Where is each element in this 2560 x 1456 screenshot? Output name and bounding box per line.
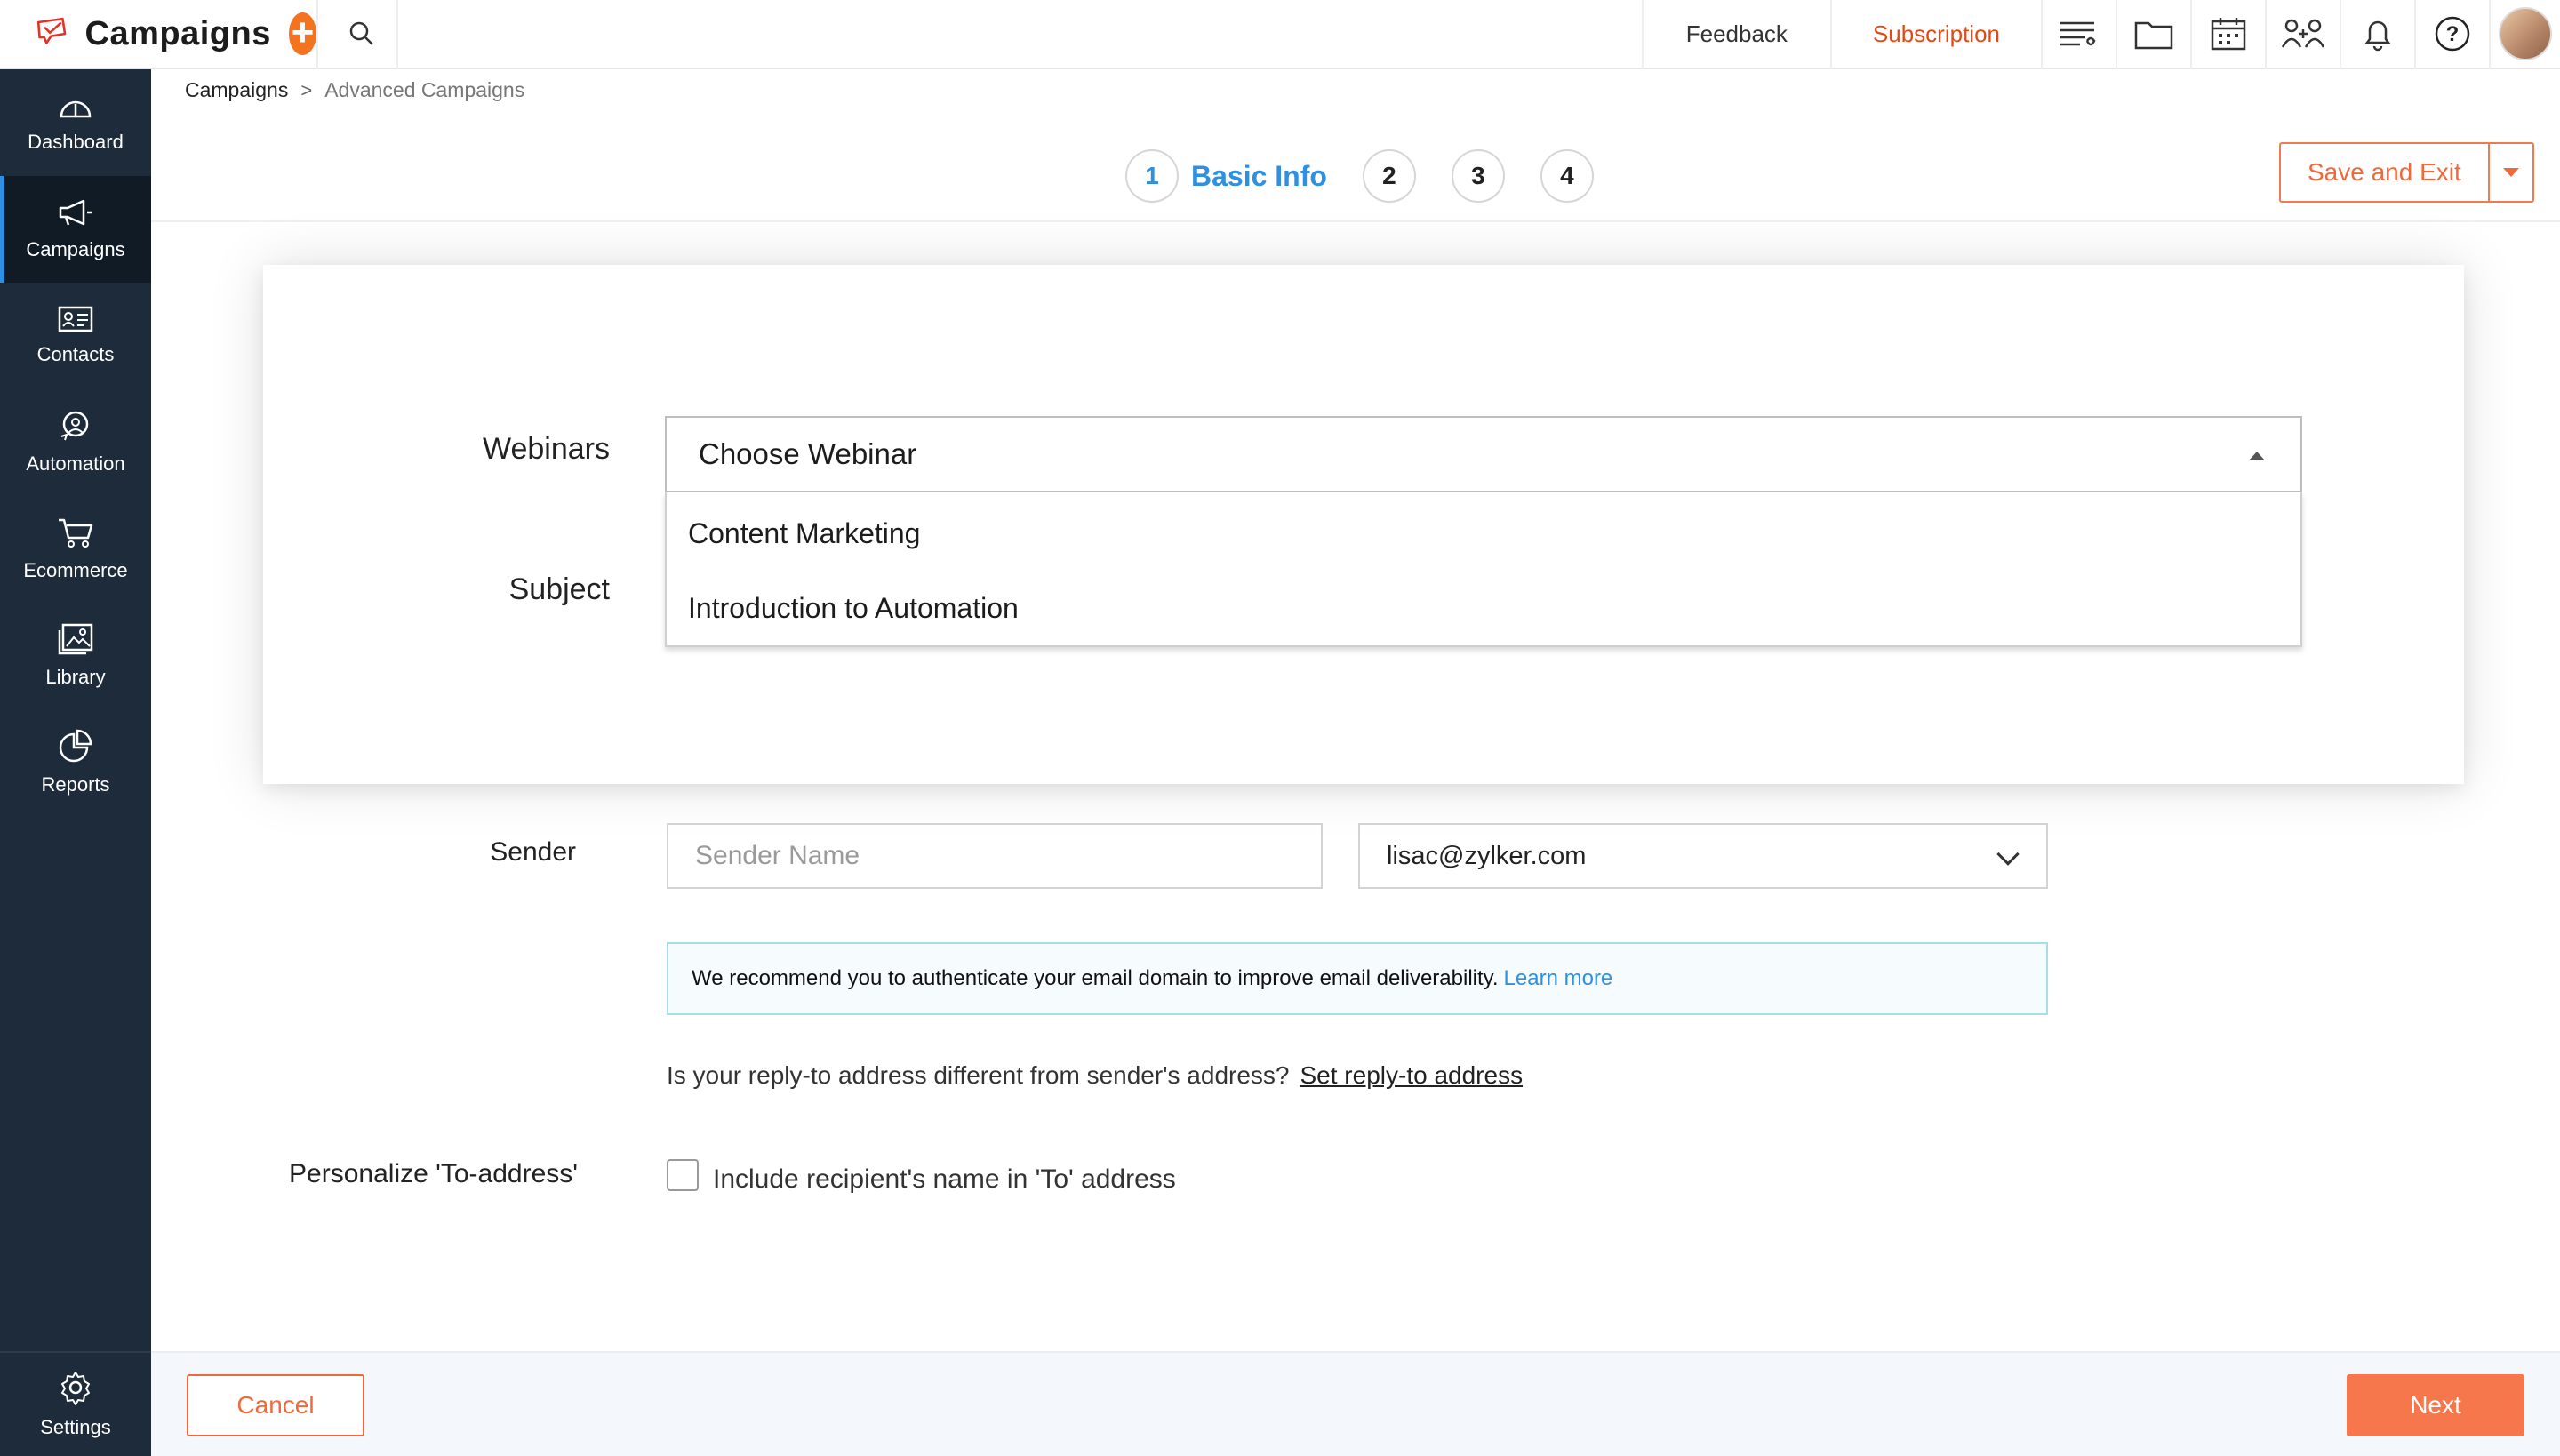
sidebar-item-label: Dashboard — [28, 131, 124, 153]
next-button[interactable]: Next — [2347, 1374, 2524, 1436]
webinar-select[interactable]: Choose Webinar — [665, 416, 2302, 492]
step-4[interactable]: 4 — [1540, 149, 1594, 203]
webinar-dropdown-list: Content Marketing Introduction to Automa… — [665, 492, 2302, 647]
step-active-label: Basic Info — [1191, 159, 1327, 192]
top-bar: Campaigns + Feedback Subscription ? — [0, 0, 2560, 69]
sidebar-item-contacts[interactable]: Contacts — [0, 283, 151, 389]
search-button[interactable] — [327, 0, 398, 68]
sidebar-item-dashboard[interactable]: Dashboard — [0, 69, 151, 176]
sidebar-item-label: Campaigns — [26, 238, 125, 260]
sidebar-item-label: Library — [45, 666, 106, 688]
calendar-icon[interactable] — [2190, 0, 2265, 68]
reply-to-row: Is your reply-to address different from … — [667, 1061, 1523, 1090]
sidebar-item-reports[interactable]: Reports — [0, 709, 151, 816]
subject-label: Subject — [508, 572, 610, 606]
include-name-label[interactable]: Include recipient's name in 'To' address — [713, 1164, 1176, 1195]
image-gallery-icon — [58, 623, 93, 655]
reply-to-question: Is your reply-to address different from … — [667, 1061, 1290, 1089]
sidebar-item-automation[interactable]: Automation — [0, 389, 151, 496]
bell-icon[interactable] — [2340, 0, 2414, 68]
sidebar-item-library[interactable]: Library — [0, 603, 151, 709]
breadcrumb-current: Advanced Campaigns — [324, 78, 525, 101]
list-icon[interactable] — [2041, 0, 2116, 68]
save-options-dropdown[interactable] — [2487, 142, 2534, 203]
step-3[interactable]: 3 — [1451, 149, 1505, 203]
plus-icon[interactable]: + — [288, 12, 316, 55]
chevron-down-icon — [1996, 843, 2020, 866]
svg-text:?: ? — [2446, 22, 2460, 46]
breadcrumb-root-link[interactable]: Campaigns — [185, 78, 288, 102]
step-2[interactable]: 2 — [1362, 149, 1416, 203]
automation-icon — [60, 411, 89, 441]
app-title: Campaigns — [84, 14, 271, 52]
include-name-checkbox[interactable] — [667, 1159, 699, 1191]
step-indicator: 1 Basic Info 2 3 4 — [1125, 149, 1594, 203]
sidebar-item-campaigns[interactable]: Campaigns — [0, 176, 151, 283]
webinars-label: Webinars — [483, 432, 610, 466]
contact-card-icon — [58, 306, 93, 332]
sidebar-item-ecommerce[interactable]: Ecommerce — [0, 496, 151, 603]
search-icon — [349, 21, 373, 45]
sidebar-item-settings[interactable]: Settings — [0, 1351, 151, 1456]
user-avatar-button[interactable] — [2489, 0, 2560, 68]
webinar-option[interactable]: Content Marketing — [667, 496, 2300, 571]
save-exit-group: Save and Exit — [2279, 142, 2534, 203]
notice-text: We recommend you to authenticate your em… — [692, 966, 1499, 990]
personalize-label: Personalize 'To-address' — [289, 1159, 578, 1188]
step-1[interactable]: 1 — [1125, 149, 1179, 203]
brand: Campaigns + — [0, 0, 318, 68]
gear-icon — [61, 1372, 90, 1405]
sidebar-item-label: Ecommerce — [23, 559, 128, 581]
megaphone-icon — [59, 199, 92, 226]
webinar-select-placeholder: Choose Webinar — [699, 437, 917, 470]
subscription-link[interactable]: Subscription — [1829, 0, 2041, 68]
header-divider — [151, 220, 2560, 222]
footer-bar: Cancel Next — [151, 1351, 2560, 1456]
cart-icon — [59, 518, 93, 548]
feedback-link[interactable]: Feedback — [1641, 0, 1830, 68]
sender-label: Sender — [490, 837, 576, 867]
learn-more-link[interactable]: Learn more — [1504, 966, 1613, 991]
webinar-modal: Webinars Subject Choose Webinar Content … — [263, 265, 2464, 784]
set-reply-to-link[interactable]: Set reply-to address — [1300, 1061, 1524, 1090]
save-and-exit-button[interactable]: Save and Exit — [2279, 142, 2488, 203]
gauge-icon — [60, 100, 92, 118]
domain-auth-notice: We recommend you to authenticate your em… — [667, 942, 2048, 1015]
sender-email-select[interactable]: lisac@zylker.com — [1358, 823, 2048, 889]
sidebar-item-label: Automation — [26, 452, 125, 475]
sender-name-input[interactable] — [667, 823, 1323, 889]
sidebar-item-label: Reports — [41, 773, 110, 796]
webinar-option[interactable]: Introduction to Automation — [667, 571, 2300, 645]
breadcrumb: Campaigns > Advanced Campaigns — [185, 78, 524, 102]
sidebar-item-label: Contacts — [36, 343, 115, 365]
sender-email-value: lisac@zylker.com — [1387, 841, 1587, 870]
top-right-menu: Feedback Subscription ? — [1641, 0, 2560, 68]
campaigns-logo-icon[interactable] — [34, 7, 71, 60]
folder-icon[interactable] — [2116, 0, 2190, 68]
help-icon[interactable]: ? — [2414, 0, 2489, 68]
caret-down-icon — [2502, 168, 2519, 177]
sidebar: Dashboard Campaigns Contacts Automation … — [0, 69, 151, 1456]
pie-chart-icon — [59, 729, 92, 763]
sidebar-item-label: Settings — [40, 1416, 111, 1438]
cancel-button[interactable]: Cancel — [187, 1374, 364, 1436]
chevron-right-icon: > — [300, 78, 313, 101]
caret-up-icon — [2249, 452, 2265, 460]
team-icon[interactable] — [2265, 0, 2340, 68]
avatar — [2499, 7, 2552, 60]
